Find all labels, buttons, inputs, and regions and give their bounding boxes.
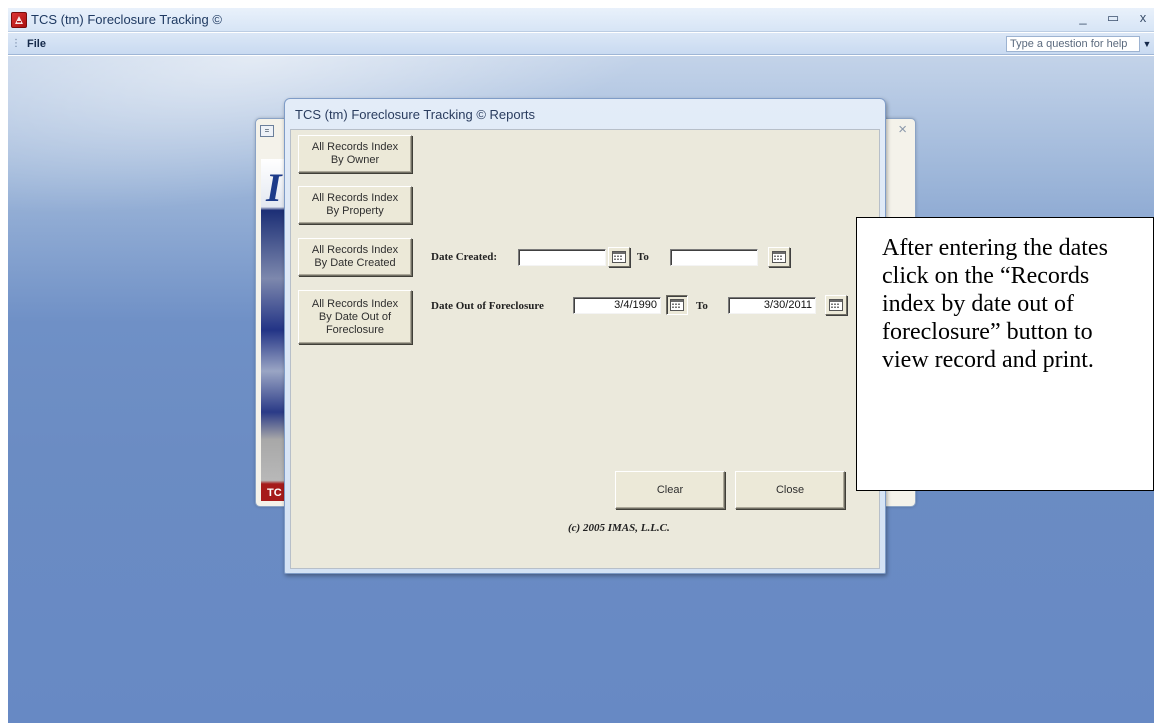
window-title: TCS (tm) Foreclosure Tracking © [31, 12, 222, 27]
close-button[interactable]: x [1136, 10, 1150, 26]
date-out-to-field[interactable]: 3/30/2011 [728, 297, 816, 314]
help-search-input[interactable]: Type a question for help [1006, 36, 1140, 52]
calendar-icon [612, 251, 626, 263]
calendar-icon [670, 299, 684, 311]
splash-close-icon[interactable]: × [898, 121, 907, 138]
records-by-property-button[interactable]: All Records Index By Property [298, 186, 412, 224]
toolbar-grip-icon: ⋮ [11, 38, 21, 49]
splash-logo-letter: I [266, 165, 282, 210]
instruction-callout: After entering the dates click on the “R… [856, 217, 1154, 491]
copyright-text: (c) 2005 IMAS, L.L.C. [568, 522, 670, 534]
restore-button[interactable]: ▭ [1106, 10, 1120, 26]
date-created-from-field[interactable] [518, 249, 606, 266]
splash-badge: TC [267, 487, 282, 499]
date-out-to-calendar-button[interactable] [825, 295, 847, 315]
reports-dialog: TCS (tm) Foreclosure Tracking © Reports … [284, 98, 886, 574]
records-by-property-label: All Records Index By Property [311, 192, 399, 217]
dialog-title: TCS (tm) Foreclosure Tracking © Reports [295, 107, 536, 122]
access-app-icon [11, 11, 27, 28]
date-out-to-label: To [696, 300, 708, 312]
records-by-date-created-label: All Records Index By Date Created [311, 244, 399, 269]
records-by-owner-button[interactable]: All Records Index By Owner [298, 135, 412, 173]
date-out-from-calendar-button[interactable] [666, 295, 688, 315]
minimize-button[interactable]: _ [1076, 10, 1090, 26]
close-button-label: Close [775, 483, 805, 496]
window-controls: _ ▭ x [1076, 10, 1150, 26]
close-dialog-button[interactable]: Close [735, 471, 845, 509]
app-window: TCS (tm) Foreclosure Tracking © _ ▭ x ⋮ … [8, 8, 1154, 723]
form-icon: = [260, 125, 274, 137]
date-out-label: Date Out of Foreclosure [431, 300, 544, 312]
menu-bar: ⋮ File Type a question for help ▼ [8, 33, 1154, 55]
records-by-date-out-button[interactable]: All Records Index By Date Out of Foreclo… [298, 290, 412, 344]
clear-button-label: Clear [656, 483, 684, 496]
records-by-date-out-label: All Records Index By Date Out of Foreclo… [311, 297, 399, 336]
records-by-date-created-button[interactable]: All Records Index By Date Created [298, 238, 412, 276]
calendar-icon [829, 299, 843, 311]
menu-file[interactable]: File [27, 38, 46, 50]
clear-button[interactable]: Clear [615, 471, 725, 509]
calendar-icon [772, 251, 786, 263]
date-created-label: Date Created: [431, 251, 498, 263]
records-by-owner-label: All Records Index By Owner [311, 141, 399, 166]
date-out-from-field[interactable]: 3/4/1990 [573, 297, 661, 314]
date-created-to-label: To [637, 251, 649, 263]
date-created-to-field[interactable] [670, 249, 758, 266]
date-created-to-calendar-button[interactable] [768, 247, 790, 267]
help-dropdown-arrow-icon[interactable]: ▼ [1142, 36, 1152, 52]
title-bar: TCS (tm) Foreclosure Tracking © _ ▭ x [8, 8, 1154, 32]
dialog-body: All Records Index By Owner All Records I… [290, 129, 880, 569]
date-created-from-calendar-button[interactable] [608, 247, 630, 267]
